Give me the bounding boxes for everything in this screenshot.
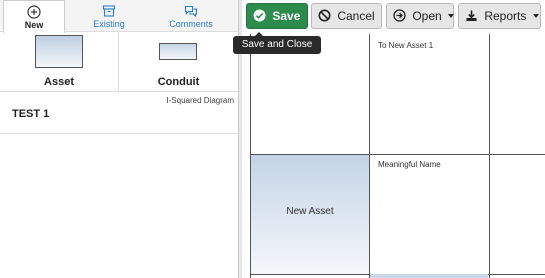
tab-comments[interactable]: Comments bbox=[160, 0, 222, 32]
comments-icon bbox=[184, 5, 198, 18]
asset-node-partial[interactable] bbox=[370, 274, 488, 278]
tab-existing[interactable]: Existing bbox=[78, 0, 140, 32]
open-button-label: Open bbox=[412, 9, 442, 23]
save-tooltip: Save and Close bbox=[233, 32, 321, 54]
cancel-button-label: Cancel bbox=[337, 9, 375, 23]
reports-dropdown-button[interactable]: Reports bbox=[458, 3, 541, 29]
toolbar: Save Cancel Open Reports bbox=[242, 0, 545, 34]
chevron-down-icon bbox=[448, 14, 455, 18]
palette-conduit[interactable]: Conduit bbox=[119, 32, 238, 92]
tab-existing-label: Existing bbox=[93, 19, 125, 29]
shape-palette: Asset Conduit bbox=[0, 32, 238, 92]
tab-bar: New Existing Comments bbox=[0, 0, 238, 33]
tab-comments-label: Comments bbox=[169, 19, 213, 29]
diagram-type-label: I-Squared Diagram bbox=[166, 96, 234, 105]
download-icon bbox=[466, 10, 477, 21]
asset-node[interactable]: New Asset bbox=[251, 155, 369, 274]
conduit-cell-label-mid[interactable]: Meaningful Name bbox=[378, 160, 441, 169]
palette-asset[interactable]: Asset bbox=[0, 32, 119, 92]
left-panel: New Existing Comments Asset Conduit TEST… bbox=[0, 0, 238, 278]
open-dropdown-button[interactable]: Open bbox=[386, 3, 455, 29]
archive-icon bbox=[102, 5, 116, 17]
asset-shape-icon bbox=[35, 35, 83, 68]
tab-new[interactable]: New bbox=[3, 0, 65, 33]
palette-conduit-label: Conduit bbox=[157, 76, 200, 88]
arrow-circle-right-icon bbox=[393, 9, 406, 22]
save-button[interactable]: Save bbox=[246, 3, 308, 29]
ban-icon bbox=[318, 9, 331, 22]
reports-button-label: Reports bbox=[484, 9, 527, 23]
save-button-label: Save bbox=[272, 9, 301, 23]
list-item-title: TEST 1 bbox=[12, 108, 50, 120]
cancel-button[interactable]: Cancel bbox=[311, 3, 382, 29]
asset-node-label: New Asset bbox=[286, 206, 334, 217]
grid-line bbox=[489, 34, 490, 278]
chevron-down-icon bbox=[532, 14, 539, 18]
plus-circle-icon bbox=[27, 5, 41, 19]
tab-new-label: New bbox=[24, 20, 44, 30]
conduit-cell-label-top[interactable]: To New Asset 1 bbox=[378, 41, 433, 50]
grid-line bbox=[369, 34, 370, 278]
check-circle-icon bbox=[253, 9, 266, 22]
diagram-canvas[interactable]: To New Asset 1 Meaningful Name New Asset bbox=[242, 34, 545, 278]
palette-asset-label: Asset bbox=[44, 76, 74, 88]
conduit-shape-icon bbox=[159, 43, 197, 60]
